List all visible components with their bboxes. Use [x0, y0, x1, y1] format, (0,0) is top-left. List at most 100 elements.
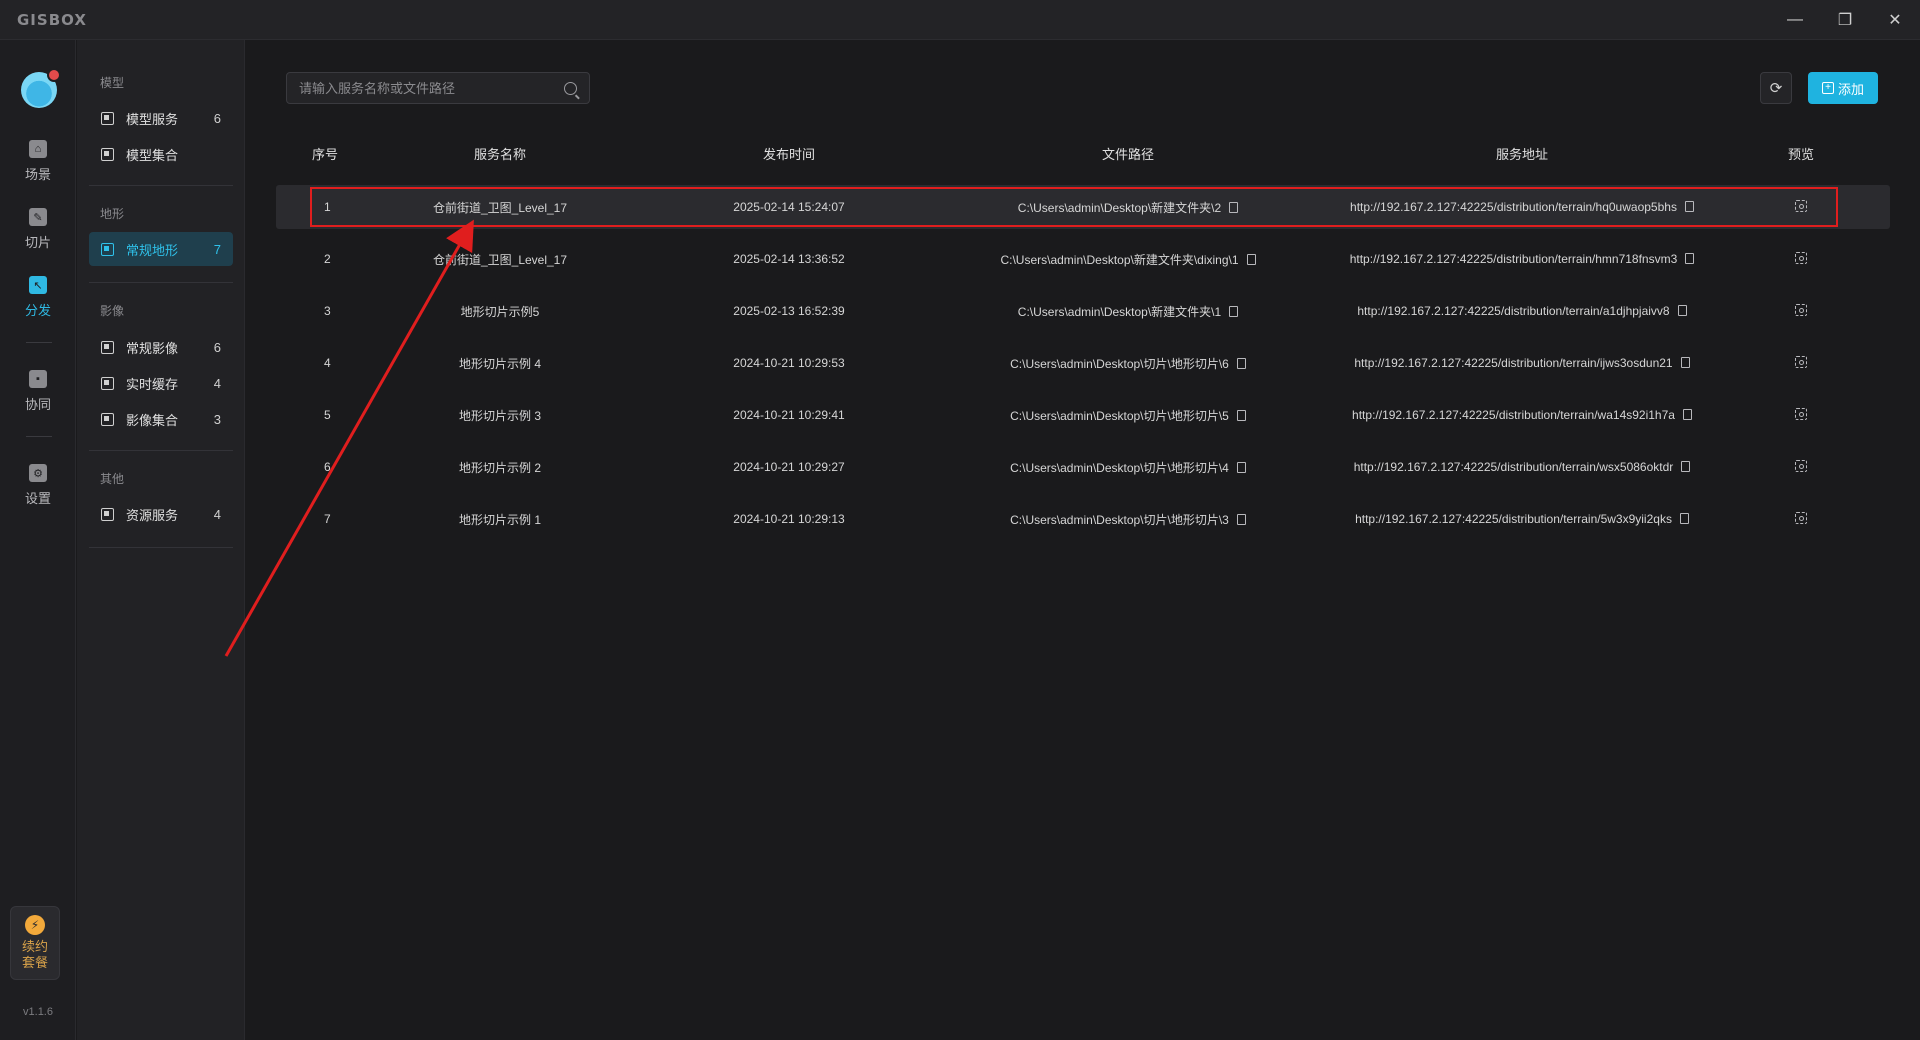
copy-url-icon[interactable]: [1682, 409, 1692, 420]
notification-badge: [47, 68, 61, 82]
add-icon: +: [1821, 82, 1834, 94]
copy-url-icon[interactable]: [1681, 461, 1691, 472]
sidebar-item-count: 6: [213, 110, 221, 126]
model-icon: [101, 111, 114, 125]
rail-item-label: 场景: [24, 167, 51, 182]
sidebar-item-regular-terrain[interactable]: 常规地形 7: [89, 232, 233, 266]
rail-item-slice[interactable]: ✎ 切片: [0, 208, 76, 251]
cell-preview: [1712, 303, 1890, 319]
service-url-text: http://192.167.2.127:42225/distribution/…: [1355, 512, 1672, 526]
rail-item-collab[interactable]: ▪ 协同: [0, 370, 76, 413]
slice-icon: ✎: [29, 208, 47, 226]
copy-path-icon[interactable]: [1236, 513, 1246, 525]
close-button[interactable]: ✕: [1870, 0, 1920, 40]
cell-service-name: 地形切片示例5: [460, 304, 540, 319]
table-row[interactable]: 5 地形切片示例 3 2024-10-21 10:29:41 C:\Users\…: [276, 393, 1890, 437]
service-url-text: http://192.167.2.127:42225/distribution/…: [1352, 408, 1675, 422]
table-row[interactable]: 7 地形切片示例 1 2024-10-21 10:29:13 C:\Users\…: [276, 497, 1890, 541]
preview-icon[interactable]: [1795, 251, 1807, 264]
cell-service-url: http://192.167.2.127:42225/distribution/…: [1332, 304, 1712, 318]
app-logo: GISBOX: [17, 10, 87, 29]
header-service-name: 服务名称: [473, 146, 526, 162]
group-title-model: 模型: [100, 76, 125, 90]
file-path-text: C:\Users\admin\Desktop\切片\地形切片\4: [1010, 460, 1229, 475]
copy-path-icon[interactable]: [1236, 357, 1246, 369]
add-button[interactable]: + 添加: [1808, 72, 1878, 104]
copy-url-icon[interactable]: [1685, 253, 1695, 264]
sidebar-item-regular-imagery[interactable]: 常规影像 6: [89, 330, 233, 364]
file-path-text: C:\Users\admin\Desktop\新建文件夹\dixing\1: [1000, 252, 1239, 267]
file-path-text: C:\Users\admin\Desktop\切片\地形切片\3: [1010, 512, 1229, 527]
file-path-text: C:\Users\admin\Desktop\新建文件夹\2: [1017, 200, 1222, 215]
header-file-path: 文件路径: [1101, 146, 1154, 162]
main-panel: ⟳ + 添加 序号 服务名称 发布时间 文件路径 服务地址 预览 1 仓前街道_…: [246, 40, 1920, 1040]
sidebar-divider: [89, 185, 233, 186]
cell-file-path: C:\Users\admin\Desktop\切片\地形切片\5: [924, 407, 1332, 424]
sidebar-item-model-collection[interactable]: 模型集合: [89, 137, 233, 171]
preview-icon[interactable]: [1795, 355, 1807, 368]
sidebar-divider: [89, 547, 233, 548]
copy-path-icon[interactable]: [1229, 201, 1239, 213]
header-publish-time: 发布时间: [762, 146, 815, 162]
minimize-button[interactable]: —: [1770, 0, 1820, 40]
cell-index: 6: [324, 460, 331, 474]
copy-url-icon[interactable]: [1684, 201, 1694, 212]
cell-publish-time: 2024-10-21 10:29:53: [733, 356, 845, 370]
copy-path-icon[interactable]: [1229, 305, 1239, 317]
add-button-label: 添加: [1837, 81, 1864, 97]
cell-service-url: http://192.167.2.127:42225/distribution/…: [1332, 512, 1712, 526]
restore-button[interactable]: ❐: [1820, 0, 1870, 40]
cell-publish-time: 2025-02-14 15:24:07: [733, 200, 845, 214]
rail-item-label: 设置: [24, 491, 51, 506]
cell-publish-time: 2025-02-14 13:36:52: [733, 252, 845, 266]
table-row[interactable]: 2 仓前街道_卫图_Level_17 2025-02-14 13:36:52 C…: [276, 237, 1890, 281]
sidebar-item-imagery-collection[interactable]: 影像集合 3: [89, 402, 233, 436]
group-title-imagery: 影像: [100, 304, 125, 318]
lock-icon: ▪: [29, 370, 47, 388]
cell-file-path: C:\Users\admin\Desktop\切片\地形切片\3: [924, 511, 1332, 528]
search-box: [286, 72, 590, 104]
search-icon[interactable]: [564, 81, 577, 95]
sidebar-item-model-service[interactable]: 模型服务 6: [89, 101, 233, 135]
terrain-icon: [101, 242, 114, 256]
cell-index: 5: [324, 408, 331, 422]
cell-publish-time: 2024-10-21 10:29:27: [733, 460, 845, 474]
cell-preview: [1712, 355, 1890, 371]
sidebar-item-realtime-cache[interactable]: 实时缓存 4: [89, 366, 233, 400]
cell-file-path: C:\Users\admin\Desktop\切片\地形切片\6: [924, 355, 1332, 372]
rail-item-settings[interactable]: ⚙ 设置: [0, 464, 76, 507]
avatar[interactable]: [21, 68, 61, 108]
copy-path-icon[interactable]: [1236, 461, 1246, 473]
refresh-button[interactable]: ⟳: [1760, 72, 1792, 104]
table-row[interactable]: 4 地形切片示例 4 2024-10-21 10:29:53 C:\Users\…: [276, 341, 1890, 385]
preview-icon[interactable]: [1795, 303, 1807, 316]
file-path-text: C:\Users\admin\Desktop\新建文件夹\1: [1017, 304, 1222, 319]
table-row[interactable]: 3 地形切片示例5 2025-02-13 16:52:39 C:\Users\a…: [276, 289, 1890, 333]
sidebar-item-resource-service[interactable]: 资源服务 4: [89, 497, 233, 531]
service-url-text: http://192.167.2.127:42225/distribution/…: [1349, 252, 1678, 266]
sidebar-item-count: 6: [213, 339, 221, 355]
preview-icon[interactable]: [1795, 459, 1807, 472]
cell-file-path: C:\Users\admin\Desktop\切片\地形切片\4: [924, 459, 1332, 476]
copy-path-icon[interactable]: [1236, 409, 1246, 421]
cell-service-name: 仓前街道_卫图_Level_17: [432, 200, 568, 215]
rail-item-distribute[interactable]: ↖ 分发: [0, 276, 76, 319]
rail-item-scene[interactable]: ⌂ 场景: [0, 140, 76, 183]
preview-icon[interactable]: [1795, 199, 1807, 212]
copy-path-icon[interactable]: [1246, 253, 1256, 265]
sidebar-divider: [89, 282, 233, 283]
copy-url-icon[interactable]: [1677, 305, 1687, 316]
scene-icon: ⌂: [29, 140, 47, 158]
table-row[interactable]: 1 仓前街道_卫图_Level_17 2025-02-14 15:24:07 C…: [276, 185, 1890, 229]
plan-label-line1: 续约: [21, 939, 48, 954]
cell-file-path: C:\Users\admin\Desktop\新建文件夹\2: [924, 199, 1332, 216]
preview-icon[interactable]: [1795, 407, 1807, 420]
copy-url-icon[interactable]: [1680, 357, 1690, 368]
renew-plan-button[interactable]: ⚡ 续约 套餐: [10, 906, 60, 980]
preview-icon[interactable]: [1795, 511, 1807, 524]
search-input[interactable]: [299, 80, 564, 96]
cell-service-url: http://192.167.2.127:42225/distribution/…: [1332, 408, 1712, 422]
resource-icon: [101, 507, 114, 521]
copy-url-icon[interactable]: [1679, 513, 1689, 524]
table-row[interactable]: 6 地形切片示例 2 2024-10-21 10:29:27 C:\Users\…: [276, 445, 1890, 489]
